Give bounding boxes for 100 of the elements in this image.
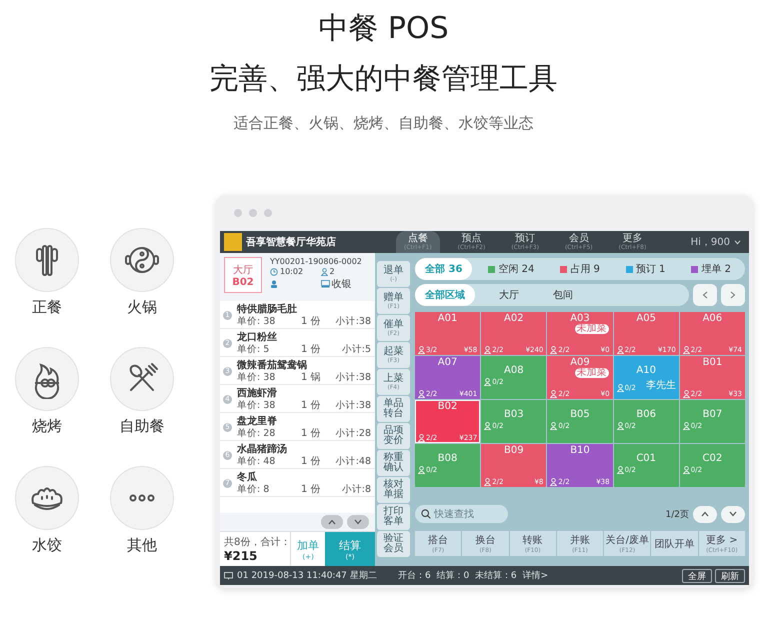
side-action-button[interactable]: 核对单据 xyxy=(377,477,410,503)
side-action-button[interactable]: 称重确认 xyxy=(377,450,410,476)
person-icon xyxy=(550,390,558,398)
total-label: 共8份，合计： xyxy=(224,536,290,549)
person-icon xyxy=(682,466,690,474)
cashier-label: 收银 xyxy=(332,278,352,291)
person-icon xyxy=(616,466,624,474)
subtotal: 小计:28 xyxy=(334,428,371,439)
search-icon xyxy=(421,509,431,519)
page-title: 中餐 POS xyxy=(318,10,449,48)
category-label: 烧烤 xyxy=(32,417,62,436)
search-field[interactable]: 快速查找 xyxy=(415,505,508,523)
chevron-left-icon xyxy=(702,291,708,299)
unit-price: 单价: 28 xyxy=(237,428,276,439)
quantity: 1 份 xyxy=(301,400,322,411)
side-action-button[interactable]: 打印客单 xyxy=(377,504,410,530)
unit-price: 单价: 48 xyxy=(237,456,276,467)
store-name: 吾享智慧餐厅华苑店 xyxy=(246,235,337,249)
person-icon xyxy=(550,478,558,486)
scroll-up-button[interactable] xyxy=(321,515,343,529)
window-dot-icon xyxy=(234,209,242,217)
person-icon xyxy=(484,478,492,486)
person-icon xyxy=(550,422,558,430)
table-action-button[interactable]: 团队开单 xyxy=(651,531,698,556)
status-button[interactable]: 刷新 xyxy=(715,568,745,582)
details-link[interactable]: 详情> xyxy=(522,569,548,582)
person-icon xyxy=(320,268,328,276)
guest-name: 李先生 xyxy=(646,378,676,392)
area-tab[interactable]: 大厅 xyxy=(489,284,529,306)
side-action-button[interactable]: 验证会员 xyxy=(377,531,410,557)
waiter-icon xyxy=(270,280,278,288)
unit-price: 单价: 38 xyxy=(237,372,276,383)
quantity: 1 锅 xyxy=(301,372,322,383)
chevron-down-icon xyxy=(354,519,362,525)
page-indicator: 1/2页 xyxy=(666,508,689,520)
window-dot-icon xyxy=(264,209,272,217)
caret-icon xyxy=(734,240,741,244)
quantity: 1 份 xyxy=(301,456,322,467)
window-dot-icon xyxy=(249,209,257,217)
category-label: 其他 xyxy=(127,536,157,555)
dish-name: 水晶猪蹄汤 xyxy=(237,444,288,455)
subtotal: 小计:38 xyxy=(334,372,371,383)
subtotal: 小计:38 xyxy=(334,400,371,411)
subtotal: 小计:8 xyxy=(340,484,371,495)
unit-price: 单价: 5 xyxy=(237,344,270,355)
person-icon xyxy=(616,384,624,392)
page-up-button[interactable] xyxy=(693,506,717,522)
category-label: 正餐 xyxy=(32,298,62,317)
status-filter[interactable]: 全部 36 xyxy=(415,258,472,280)
dish-name: 特供腊肠毛肚 xyxy=(237,304,298,315)
quantity: 1 份 xyxy=(301,484,322,495)
total-amount: ¥215 xyxy=(224,549,258,563)
clock-icon xyxy=(270,268,278,276)
monitor-icon xyxy=(224,572,233,580)
chevron-up-icon xyxy=(701,511,709,517)
table-summary: 开台：6 结算：0 未结算：6 xyxy=(398,570,517,582)
area-tab[interactable]: 全部区域 xyxy=(415,284,475,306)
side-action-button[interactable]: 品项变价 xyxy=(377,423,410,449)
chevron-up-icon xyxy=(328,519,336,525)
status-filter[interactable]: 预订 1 xyxy=(616,258,676,280)
unit-price: 单价: 8 xyxy=(237,484,270,495)
person-icon xyxy=(550,346,558,354)
status-filter[interactable]: 空闲 24 xyxy=(478,258,544,280)
user-menu[interactable]: Hi，900 xyxy=(690,235,749,249)
subtotal: 小计:5 xyxy=(340,344,371,355)
category-label: 火锅 xyxy=(127,298,157,317)
order-number: YY00201-190806-0002 xyxy=(270,257,363,266)
status-filter[interactable]: 占用 9 xyxy=(550,258,610,280)
side-action-button[interactable]: 单品转台 xyxy=(377,396,410,422)
chevron-right-icon xyxy=(730,291,736,299)
person-icon xyxy=(418,390,425,398)
person-icon xyxy=(484,346,492,354)
terminal-info: 01 2019-08-13 11:40:47 星期二 xyxy=(237,570,377,582)
logo-icon xyxy=(224,233,242,251)
dish-name: 盘龙里脊 xyxy=(237,416,278,427)
quantity: 1 份 xyxy=(301,344,322,355)
unit-price: 单价: 38 xyxy=(237,316,276,327)
quantity: 1 份 xyxy=(301,316,322,327)
chevron-down-icon xyxy=(729,511,737,517)
page-subtitle: 完善、强大的中餐管理工具 xyxy=(210,60,558,97)
person-icon xyxy=(616,422,624,430)
tagline: 适合正餐、火锅、烧烤、自助餐、水饺等业态 xyxy=(234,114,534,133)
scroll-down-button[interactable] xyxy=(347,515,369,529)
status-button[interactable]: 全屏 xyxy=(682,568,712,582)
dish-name: 西施虾滑 xyxy=(237,388,278,399)
search-input[interactable]: 快速查找 xyxy=(434,508,494,520)
dish-name: 龙口粉丝 xyxy=(237,332,278,343)
person-icon xyxy=(616,346,624,354)
person-icon xyxy=(484,422,492,430)
person-icon xyxy=(418,466,425,474)
subtotal: 小计:48 xyxy=(334,456,371,467)
person-icon xyxy=(682,346,690,354)
category-label: 水饺 xyxy=(32,536,62,555)
dish-name: 冬瓜 xyxy=(237,472,258,483)
page-down-button[interactable] xyxy=(721,506,745,522)
status-filter[interactable]: 埋单 2 xyxy=(681,258,741,280)
person-icon xyxy=(418,434,425,442)
person-icon xyxy=(682,422,690,430)
subtotal: 小计:38 xyxy=(334,316,371,327)
area-tab[interactable]: 包间 xyxy=(543,284,583,306)
